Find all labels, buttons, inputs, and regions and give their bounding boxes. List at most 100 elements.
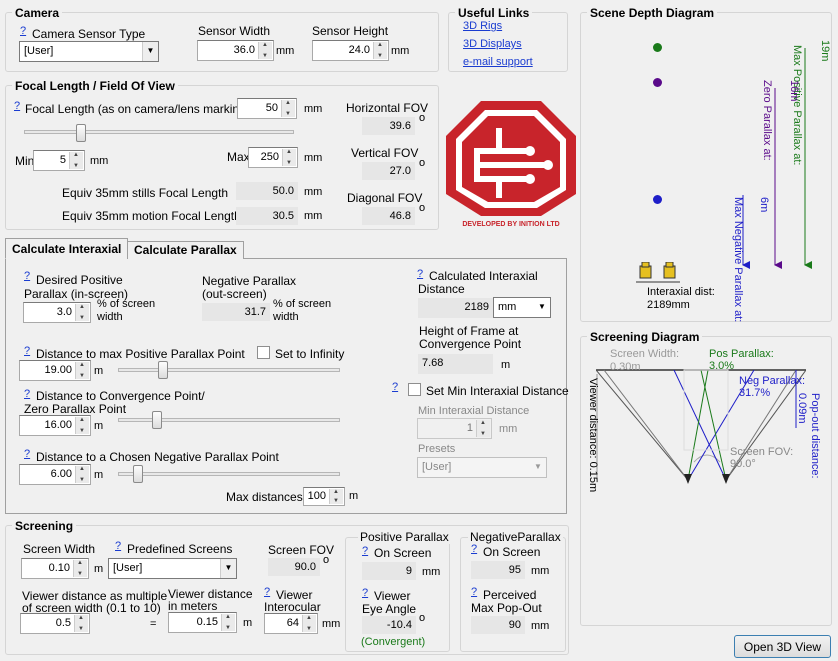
spinner-arrows-icon[interactable] xyxy=(373,42,387,59)
spinner-arrows-icon[interactable] xyxy=(476,420,490,437)
max-positive-value-text: 19m xyxy=(817,40,831,70)
eye-angle-label-1: Viewer xyxy=(374,589,411,603)
calc-unit-value: mm xyxy=(498,301,517,313)
popout-help-link[interactable]: ? xyxy=(471,586,477,598)
chevron-down-icon: ▼ xyxy=(530,458,546,477)
dist-max-slider-track[interactable] xyxy=(118,368,340,372)
spinner-arrows-icon[interactable] xyxy=(75,466,89,483)
neg-on-screen-help-link[interactable]: ? xyxy=(471,543,477,555)
neg-parallax-value: 31.7 xyxy=(202,303,270,321)
spinner-arrows-icon[interactable] xyxy=(75,362,89,379)
focal-length-input[interactable]: 50 xyxy=(237,98,297,119)
tab-calculate-parallax[interactable]: Calculate Parallax xyxy=(127,241,244,259)
set-min-help-link[interactable]: ? xyxy=(392,381,398,393)
viewer-m-value: 0.15 xyxy=(196,616,218,628)
calc-interaxial-value: 2189 xyxy=(418,298,493,318)
frame-height-label-1: Height of Frame at xyxy=(419,324,519,338)
dfov-label: Diagonal FOV xyxy=(347,191,423,205)
dist-max-help-link[interactable]: ? xyxy=(24,345,30,357)
dist-max-input[interactable]: 19.00 xyxy=(19,360,91,381)
neg-on-screen-unit: mm xyxy=(531,565,550,577)
presets-value: [User] xyxy=(422,461,452,473)
desired-help-link[interactable]: ? xyxy=(24,270,30,282)
spinner-arrows-icon[interactable] xyxy=(282,149,296,166)
screen-width-input[interactable]: 0.10 xyxy=(21,558,89,579)
spinner-arrows-icon[interactable] xyxy=(75,304,89,321)
conv-help-link[interactable]: ? xyxy=(24,388,30,400)
sensor-width-input[interactable]: 36.0 xyxy=(197,40,274,61)
spinner-arrows-icon[interactable] xyxy=(258,42,272,59)
sd-pos-parallax-label: Pos Parallax: xyxy=(709,348,774,360)
min-interaxial-value: 1 xyxy=(466,422,473,434)
set-infinity-checkbox[interactable] xyxy=(257,346,270,359)
pos-on-screen-help-link[interactable]: ? xyxy=(362,545,368,557)
spinner-arrows-icon[interactable] xyxy=(302,615,316,632)
predef-help-link[interactable]: ? xyxy=(115,540,121,552)
viewer-mult-input[interactable]: 0.5 xyxy=(20,613,90,634)
focal-min-input[interactable]: 5 xyxy=(33,150,85,171)
calc-help-link[interactable]: ? xyxy=(417,268,423,280)
dist-max-slider-thumb[interactable] xyxy=(158,361,168,379)
spinner-arrows-icon[interactable] xyxy=(221,614,235,631)
focal-slider-thumb[interactable] xyxy=(76,124,86,142)
spinner-arrows-icon[interactable] xyxy=(73,560,87,577)
eye-angle-help-link[interactable]: ? xyxy=(362,587,368,599)
link-3d-rigs[interactable]: 3D Rigs xyxy=(463,20,502,32)
conv-input[interactable]: 16.00 xyxy=(19,415,91,436)
focal-max-input[interactable]: 250 xyxy=(248,147,298,168)
neg-point-help-link[interactable]: ? xyxy=(24,448,30,460)
set-infinity-label: Set to Infinity xyxy=(275,347,345,361)
neg-point-input[interactable]: 6.00 xyxy=(19,464,91,485)
sd-viewer-distance-label: Viewer distance: 0.15m xyxy=(587,378,599,493)
open-3d-view-button[interactable]: Open 3D View xyxy=(734,635,831,658)
min-interaxial-input[interactable]: 1 xyxy=(417,418,492,439)
hfov-value: 39.6 xyxy=(362,117,415,135)
convergent-label: (Convergent) xyxy=(361,636,426,648)
focal-help-link[interactable]: ? xyxy=(14,100,20,112)
interocular-input[interactable]: 64 xyxy=(264,613,318,634)
screen-width-label: Screen Width xyxy=(23,542,96,556)
predef-screens-select[interactable]: [User] ▼ xyxy=(108,558,237,579)
frame-height-label-2: Convergence Point xyxy=(419,337,522,351)
sensor-height-input[interactable]: 24.0 xyxy=(312,40,389,61)
pos-on-screen-label: On Screen xyxy=(374,546,432,560)
link-email-support[interactable]: e-mail support xyxy=(463,56,533,68)
hfov-label: Horizontal FOV xyxy=(346,101,429,115)
spinner-arrows-icon[interactable] xyxy=(281,100,295,117)
max-negative-text: Max Negative Parallax at: xyxy=(730,197,744,322)
sensor-type-help-link[interactable]: ? xyxy=(20,25,26,37)
neg-point-slider-thumb[interactable] xyxy=(133,465,143,483)
sensor-width-unit: mm xyxy=(276,45,295,57)
tab-calculate-interaxial[interactable]: Calculate Interaxial xyxy=(5,238,129,259)
sd-screen-width-value: 0.30m xyxy=(610,361,641,373)
link-3d-displays[interactable]: 3D Displays xyxy=(463,38,522,50)
spinner-arrows-icon[interactable] xyxy=(329,489,343,504)
sd-pos-parallax-value: 3.0% xyxy=(709,360,735,372)
max-distances-input[interactable]: 100 xyxy=(303,487,345,506)
presets-select[interactable]: [User] ▼ xyxy=(417,457,547,478)
max-negative-value-text: 6m xyxy=(756,197,770,217)
focal-slider-track[interactable] xyxy=(24,130,294,134)
zero-parallax-value: 16m xyxy=(788,80,800,102)
desired-parallax-input[interactable]: 3.0 xyxy=(23,302,91,323)
calc-unit-select[interactable]: mm ▼ xyxy=(493,297,551,318)
equiv-stills-label: Equiv 35mm stills Focal Length xyxy=(62,186,229,200)
zero-parallax-text: Zero Parallax at: xyxy=(759,80,773,270)
spinner-arrows-icon[interactable] xyxy=(69,152,83,169)
spinner-arrows-icon[interactable] xyxy=(74,615,88,632)
interocular-help-link[interactable]: ? xyxy=(264,586,270,598)
viewer-m-input[interactable]: 0.15 xyxy=(168,612,237,633)
sensor-type-select[interactable]: [User] ▼ xyxy=(19,41,159,62)
max-positive-dot xyxy=(653,43,662,52)
eye-angle-degree: o xyxy=(419,612,426,624)
neg-on-screen-value: 95 xyxy=(471,561,525,579)
sensor-width-value: 36.0 xyxy=(233,44,255,56)
interocular-value: 64 xyxy=(286,617,299,629)
neg-point-slider-track[interactable] xyxy=(118,472,340,476)
interocular-label-2: Interocular xyxy=(264,600,321,614)
max-negative-dot xyxy=(653,195,662,204)
set-min-interaxial-checkbox[interactable] xyxy=(408,383,421,396)
conv-slider-thumb[interactable] xyxy=(152,411,162,429)
max-negative-label: Max Negative Parallax at: xyxy=(732,197,744,323)
spinner-arrows-icon[interactable] xyxy=(75,417,89,434)
